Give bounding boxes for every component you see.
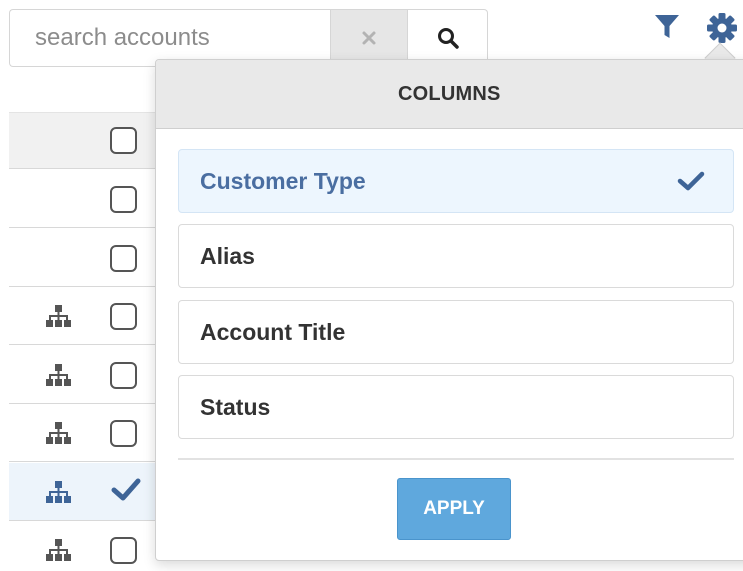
column-option-label: Customer Type <box>200 167 366 194</box>
gear-icon[interactable] <box>706 12 738 44</box>
filter-icon[interactable] <box>654 13 680 41</box>
table-row[interactable] <box>9 463 179 521</box>
row-checkbox[interactable] <box>110 537 137 564</box>
hierarchy-icon[interactable] <box>45 421 71 445</box>
hierarchy-icon[interactable] <box>45 363 71 387</box>
column-option-label: Account Title <box>200 318 346 345</box>
hierarchy-icon[interactable] <box>45 538 71 562</box>
close-icon <box>361 30 377 46</box>
column-option-label: Alias <box>200 242 255 269</box>
table-row[interactable] <box>9 521 179 571</box>
table-row[interactable] <box>9 287 179 345</box>
row-checkbox[interactable] <box>110 303 137 330</box>
table-row[interactable] <box>9 404 179 462</box>
check-icon <box>677 170 705 192</box>
hierarchy-icon[interactable] <box>45 304 71 328</box>
column-option-alias[interactable]: Alias <box>178 224 734 288</box>
column-option-label: Status <box>200 393 271 420</box>
columns-popover: COLUMNS Customer Type Alias Account Titl… <box>155 59 743 561</box>
table-header-row <box>9 112 179 169</box>
hierarchy-icon[interactable] <box>45 480 71 504</box>
select-all-checkbox[interactable] <box>110 127 137 154</box>
row-checkbox[interactable] <box>110 420 137 447</box>
apply-button[interactable]: APPLY <box>397 478 511 540</box>
search-icon <box>437 27 459 49</box>
row-checkbox-checked[interactable] <box>111 477 141 503</box>
column-option-account-title[interactable]: Account Title <box>178 300 734 364</box>
popover-title: COLUMNS <box>156 60 743 129</box>
row-checkbox[interactable] <box>110 245 137 272</box>
table-row[interactable] <box>9 346 179 404</box>
divider <box>178 458 734 460</box>
column-option-customer-type[interactable]: Customer Type <box>178 149 734 213</box>
row-checkbox[interactable] <box>110 362 137 389</box>
table-row[interactable] <box>9 229 179 287</box>
row-checkbox[interactable] <box>110 186 137 213</box>
table-row[interactable] <box>9 170 179 228</box>
column-option-status[interactable]: Status <box>178 375 734 439</box>
